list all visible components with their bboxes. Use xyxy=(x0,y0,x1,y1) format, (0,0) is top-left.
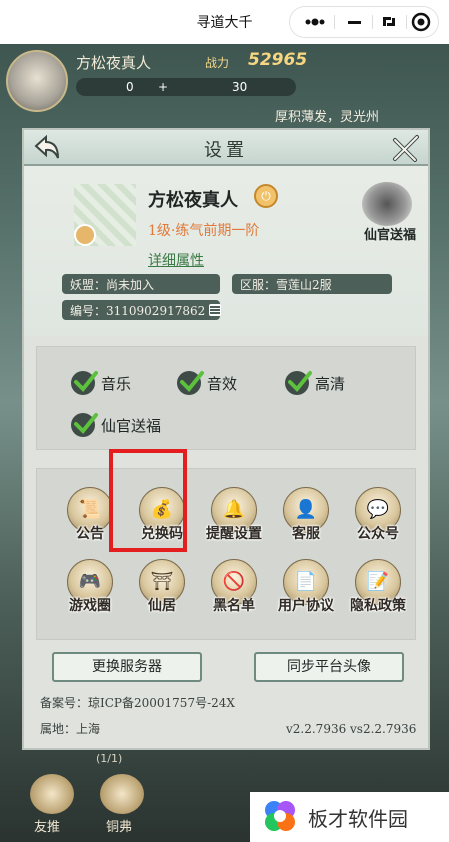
mini-program-topbar: 寻道大千 xyxy=(0,0,449,44)
avatar-badge-icon xyxy=(74,224,96,246)
detail-attributes-link[interactable]: 详细属性 xyxy=(148,250,204,270)
game-circle-button[interactable]: 🎮 游戏圈 xyxy=(55,559,125,629)
close-program-icon[interactable] xyxy=(404,7,440,37)
power-toggle-icon[interactable]: ⏻ xyxy=(254,184,278,208)
checkbox-icon[interactable] xyxy=(71,371,98,395)
function-label: 仙居 xyxy=(148,598,176,614)
xianguan-blessing-label[interactable]: 仙官送福 xyxy=(364,224,416,243)
checkbox-icon[interactable] xyxy=(71,413,98,437)
customer-service-button[interactable]: 👤 客服 xyxy=(271,487,341,557)
hud-player-name: 方松夜真人 xyxy=(76,54,152,72)
function-label: 公众号 xyxy=(357,526,399,542)
redeem-code-highlight xyxy=(109,449,187,552)
user-agreement-button[interactable]: 📄 用户协议 xyxy=(271,559,341,629)
profile-level: 1级·练气前期一阶 xyxy=(148,223,260,239)
hud-stat-a: 0 xyxy=(126,80,134,94)
player-id-text: 编号：3110902917862 xyxy=(70,304,206,318)
watermark-logo: 板才软件园 xyxy=(250,792,449,842)
more-icon[interactable] xyxy=(296,7,332,37)
minimize-icon[interactable] xyxy=(336,7,372,37)
version-info: v2.2.7936 vs2.2.7936 xyxy=(286,722,417,736)
function-label: 隐私政策 xyxy=(350,598,406,614)
hud-stat-plus[interactable]: + xyxy=(158,80,168,94)
xianguan-blessing-icon[interactable] xyxy=(362,182,412,226)
option-label: 高清 xyxy=(315,375,346,393)
profile-name: 方松夜真人 xyxy=(148,190,238,211)
function-label: 客服 xyxy=(292,526,320,542)
blacklist-button[interactable]: 🚫 黑名单 xyxy=(199,559,269,629)
reminder-settings-button[interactable]: 🔔 提醒设置 xyxy=(199,487,269,557)
hud-resource-bar xyxy=(76,78,296,96)
function-label: 黑名单 xyxy=(213,598,255,614)
function-label: 提醒设置 xyxy=(206,526,262,542)
option-sound-effect[interactable]: 音效 xyxy=(177,369,267,399)
player-id[interactable]: 编号：3110902917862 xyxy=(62,300,222,320)
bottom-item-icon[interactable] xyxy=(100,774,144,814)
option-label: 音效 xyxy=(207,375,238,393)
sync-platform-avatar-button[interactable]: 同步平台头像 xyxy=(254,652,404,682)
site-logo-icon xyxy=(262,798,298,834)
hud-avatar[interactable] xyxy=(6,50,68,112)
settings-dialog: 设置 方松夜真人 ⏻ 1级·练气前期一阶 详细属性 仙官送福 妖盟：尚未加入 区… xyxy=(22,128,430,750)
mini-program-capsule xyxy=(289,6,439,38)
privacy-policy-button[interactable]: 📝 隐私政策 xyxy=(343,559,413,629)
option-label: 仙官送福 xyxy=(101,417,162,435)
bottom-item-label: 友推 xyxy=(34,820,61,835)
hud-power-label: 战力 xyxy=(205,56,230,70)
bottom-item-icon[interactable] xyxy=(30,774,74,814)
option-hd[interactable]: 高清 xyxy=(285,369,375,399)
function-label: 用户协议 xyxy=(278,598,334,614)
alliance-info: 妖盟：尚未加入 xyxy=(62,274,220,294)
hud-stat-b: 30 xyxy=(232,80,248,94)
bottom-strip: 友推 铜弗 xyxy=(0,770,260,842)
option-music[interactable]: 音乐 xyxy=(71,369,161,399)
location-info: 属地：上海 xyxy=(40,722,101,736)
copy-icon[interactable] xyxy=(209,304,222,316)
option-xianguan-blessing[interactable]: 仙官送福 xyxy=(71,411,201,441)
options-panel: 音乐 音效 高清 仙官送福 xyxy=(36,346,416,450)
hud-slogan: 厚积薄发，灵光州 xyxy=(275,110,380,125)
checkbox-icon[interactable] xyxy=(285,371,312,395)
functions-panel: 📜 公告 💰 兑换码 🔔 提醒设置 👤 客服 💬 公众号 🎮 游戏圈 ⛩ 仙居 xyxy=(36,468,416,640)
watermark-text: 板才软件园 xyxy=(308,807,408,831)
official-account-button[interactable]: 💬 公众号 xyxy=(343,487,413,557)
profile-section: 方松夜真人 ⏻ 1级·练气前期一阶 详细属性 仙官送福 妖盟：尚未加入 区服：雪… xyxy=(24,166,428,336)
checkbox-icon[interactable] xyxy=(177,371,204,395)
switch-server-button[interactable]: 更换服务器 xyxy=(52,652,202,682)
close-icon[interactable] xyxy=(390,132,422,164)
dialog-title: 设置 xyxy=(204,140,248,161)
game-hud: 方松夜真人 战力 52965 0 + 30 厚积薄发，灵光州 xyxy=(0,44,449,125)
server-info: 区服：雪莲山2服 xyxy=(232,274,392,294)
float-window-icon[interactable] xyxy=(370,7,406,37)
immortal-residence-button[interactable]: ⛩ 仙居 xyxy=(127,559,197,629)
icp-record: 备案号：琼ICP备20001757号-24X xyxy=(40,696,235,710)
page-count: (1/1) xyxy=(96,752,123,765)
function-label: 游戏圈 xyxy=(69,598,111,614)
hud-power-value: 52965 xyxy=(248,50,308,70)
dialog-header: 设置 xyxy=(24,130,428,166)
bottom-item-label: 铜弗 xyxy=(106,820,133,835)
option-label: 音乐 xyxy=(101,375,132,393)
